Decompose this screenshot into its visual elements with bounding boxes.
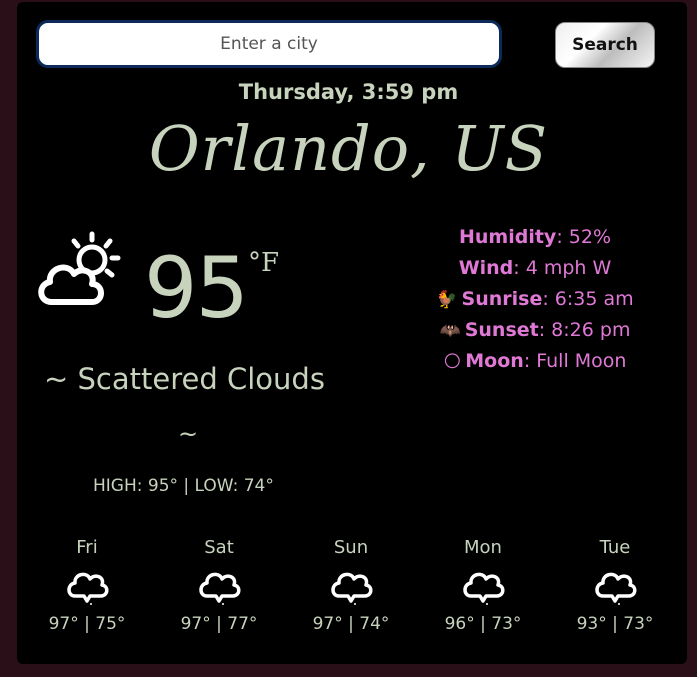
weather-details: Humidity: 52% Wind: 4 mph W 🐓 Sunrise: 6:… <box>380 222 690 377</box>
cloud-icon <box>67 572 109 605</box>
forecast-temps: 97° | 74° <box>312 614 390 634</box>
forecast-temps: 96° | 73° <box>444 614 522 634</box>
full-moon-icon: 🌕 <box>443 352 462 372</box>
sunset-row: 🦇 Sunset: 8:26 pm <box>380 315 690 346</box>
forecast-day-sat: Sat 97° | 77° <box>164 536 274 634</box>
partly-cloudy-icon <box>38 231 121 305</box>
cloud-icon <box>463 572 505 605</box>
forecast-day-fri: Fri 97° | 75° <box>32 536 142 634</box>
forecast-day-label: Mon <box>464 537 502 558</box>
bat-icon: 🦇 <box>439 321 461 341</box>
wind-row: Wind: 4 mph W <box>380 253 690 284</box>
sunset-label: Sunset <box>464 319 539 341</box>
sunrise-row: 🐓 Sunrise: 6:35 am <box>380 284 690 315</box>
humidity-value: : 52% <box>556 226 611 248</box>
humidity-label: Humidity <box>459 226 557 248</box>
city-name: Orlando, US <box>148 112 549 185</box>
forecast-day-label: Sun <box>333 537 369 558</box>
weather-description-tail: ~ <box>178 420 199 448</box>
temperature-unit: °F <box>248 248 280 278</box>
current-datetime: Thursday, 3:59 pm <box>238 80 459 104</box>
forecast-temps: 97° | 77° <box>180 614 258 634</box>
cloud-icon <box>595 572 637 605</box>
city-search-input[interactable] <box>36 20 502 68</box>
high-low-temperature: HIGH: 95° | LOW: 74° <box>93 476 274 496</box>
sunset-value: : 8:26 pm <box>538 319 631 341</box>
forecast-temps: 97° | 75° <box>48 614 126 634</box>
current-temperature: 95 <box>144 239 249 337</box>
weather-description: ~ Scattered Clouds <box>44 362 325 396</box>
moon-row: 🌕 Moon: Full Moon <box>380 346 690 377</box>
humidity-row: Humidity: 52% <box>380 222 690 253</box>
wind-label: Wind <box>458 257 514 279</box>
cloud-icon <box>331 572 373 605</box>
rooster-icon: 🐓 <box>436 290 458 310</box>
forecast-day-label: Tue <box>599 537 631 558</box>
forecast-day-label: Fri <box>76 537 98 558</box>
search-button[interactable]: Search <box>555 22 655 68</box>
forecast-day-label: Sat <box>204 537 234 558</box>
forecast-day-tue: Tue 93° | 73° <box>560 536 670 634</box>
moon-label: Moon <box>465 350 524 372</box>
forecast-day-sun: Sun 97° | 74° <box>296 536 406 634</box>
moon-value: : Full Moon <box>523 350 627 372</box>
cloud-icon <box>199 572 241 605</box>
sunrise-label: Sunrise <box>461 288 543 310</box>
forecast-day-mon: Mon 96° | 73° <box>428 536 538 634</box>
wind-value: : 4 mph W <box>513 257 612 279</box>
forecast-temps: 93° | 73° <box>576 614 654 634</box>
sunrise-value: : 6:35 am <box>542 288 634 310</box>
